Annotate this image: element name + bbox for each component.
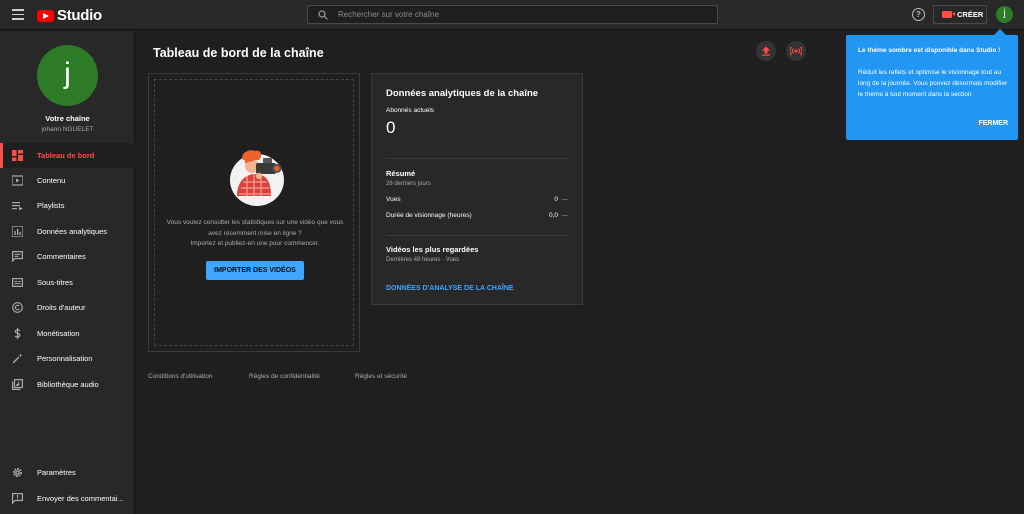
watch-time-value: 0,0 [548, 212, 558, 219]
tooltip-close-button[interactable]: FERMER [978, 120, 1008, 127]
video-camera-icon [942, 11, 955, 18]
create-button[interactable]: CRÉER [933, 5, 987, 24]
views-trend: — [561, 196, 569, 203]
channel-title: Votre chaîne [45, 114, 90, 123]
tooltip-title: Le thème sombre est disponible dans Stud… [858, 47, 1001, 54]
sidebar-item-dashboard[interactable]: Tableau de bord [0, 143, 135, 168]
sidebar-item-feedback[interactable]: Envoyer des commentai... [0, 486, 135, 511]
views-value: 0 [554, 196, 558, 203]
studio-logo[interactable]: Studio [37, 7, 102, 24]
top-videos-subtitle: Dernières 48 heures · Vues [386, 257, 460, 263]
sidebar-item-label: Sous-titres [37, 278, 73, 287]
sidebar: j Votre chaîne johann NGUELET Tableau de… [0, 31, 135, 514]
audio-library-icon [12, 379, 23, 390]
sidebar-item-label: Tableau de bord [37, 151, 95, 160]
magic-wand-icon [12, 353, 23, 364]
subscribers-label: Abonnés actuels [386, 107, 435, 114]
upload-icon [762, 46, 770, 56]
feedback-icon [12, 493, 23, 504]
privacy-link[interactable]: Règles de confidentialité [249, 373, 320, 380]
tooltip-body: Réduit les reflets et optimise le vision… [858, 69, 1008, 98]
account-avatar[interactable]: j [996, 6, 1013, 23]
channel-owner: johann NGUELET [41, 126, 94, 133]
comments-icon [12, 251, 23, 262]
sidebar-item-comments[interactable]: Commentaires [0, 244, 135, 269]
top-videos-title: Vidéos les plus regardées [386, 245, 479, 254]
dollar-icon [14, 328, 21, 339]
gear-icon [12, 467, 23, 478]
subtitles-icon [12, 278, 23, 288]
sidebar-item-copyright[interactable]: Droits d'auteur [0, 295, 135, 320]
search-input[interactable] [338, 8, 708, 21]
sidebar-item-subtitles[interactable]: Sous-titres [0, 270, 135, 295]
sidebar-item-analytics[interactable]: Données analytiques [0, 219, 135, 244]
sidebar-item-playlists[interactable]: Playlists [0, 193, 135, 218]
sidebar-item-label: Monétisation [37, 329, 80, 338]
page-title: Tableau de bord de la chaîne [153, 46, 324, 60]
copyright-icon [12, 302, 23, 313]
summary-period: 28 derniers jours [386, 181, 431, 187]
help-icon[interactable]: ? [912, 8, 925, 21]
sidebar-item-settings[interactable]: Paramètres [0, 460, 135, 485]
go-live-button[interactable] [786, 41, 806, 61]
sidebar-item-label: Droits d'auteur [37, 303, 86, 312]
live-broadcast-icon [790, 46, 802, 56]
channel-analytics-link[interactable]: DONNÉES D'ANALYSE DE LA CHAÎNE [386, 285, 514, 292]
top-bar: Studio ? CRÉER j [0, 0, 1024, 30]
analytics-icon [12, 226, 23, 237]
search-box [307, 5, 718, 24]
upload-card: Vous voulez consulter les statistiques s… [148, 73, 360, 352]
upload-button[interactable] [756, 41, 776, 61]
dashboard-icon [12, 150, 23, 161]
create-label: CRÉER [957, 10, 984, 19]
divider [386, 235, 569, 236]
menu-icon[interactable] [12, 9, 24, 20]
camera-operator-illustration [230, 150, 284, 206]
youtube-play-icon [37, 9, 54, 22]
sidebar-item-label: Commentaires [37, 252, 86, 261]
divider [386, 158, 569, 159]
channel-avatar[interactable]: j [37, 45, 98, 106]
import-videos-button[interactable]: IMPORTER DES VIDÉOS [206, 261, 304, 280]
sidebar-item-content[interactable]: Contenu [0, 168, 135, 193]
analytics-title: Données analytiques de la chaîne [386, 88, 539, 99]
channel-analytics-card: Données analytiques de la chaîne Abonnés… [371, 73, 583, 305]
subscribers-count: 0 [386, 118, 396, 137]
dark-theme-tooltip: Le thème sombre est disponible dans Stud… [846, 29, 1018, 140]
sidebar-item-label: Bibliothèque audio [37, 380, 99, 389]
sidebar-item-label: Personnalisation [37, 354, 93, 363]
watch-time-trend: — [561, 212, 569, 219]
search-icon [318, 10, 328, 20]
terms-link[interactable]: Conditions d'utilisation [148, 373, 212, 380]
upload-prompt-line: avez récemment mise en ligne ? [208, 229, 302, 237]
sidebar-item-label: Playlists [37, 201, 65, 210]
sidebar-item-label: Paramètres [37, 468, 76, 477]
watch-time-label: Durée de visionnage (heures) [386, 212, 472, 219]
sidebar-item-customization[interactable]: Personnalisation [0, 346, 135, 371]
policy-safety-link[interactable]: Règles et sécurité [355, 373, 407, 380]
upload-prompt-line: Importez et publiez-en une pour commence… [190, 240, 320, 247]
logo-text: Studio [57, 7, 102, 24]
content-icon [12, 175, 23, 186]
sidebar-item-audio-library[interactable]: Bibliothèque audio [0, 372, 135, 397]
upload-prompt: Vous voulez consulter les statistiques s… [157, 218, 353, 250]
sidebar-item-monetization[interactable]: Monétisation [0, 321, 135, 346]
sidebar-item-label: Contenu [37, 176, 66, 185]
sidebar-item-label: Données analytiques [37, 227, 108, 236]
upload-dropzone[interactable] [154, 79, 354, 346]
summary-title: Résumé [386, 169, 416, 178]
playlists-icon [12, 202, 23, 211]
sidebar-item-label: Envoyer des commentai... [37, 494, 124, 503]
upload-prompt-line: Vous voulez consulter les statistiques s… [166, 219, 344, 226]
views-label: Vues [386, 196, 401, 203]
